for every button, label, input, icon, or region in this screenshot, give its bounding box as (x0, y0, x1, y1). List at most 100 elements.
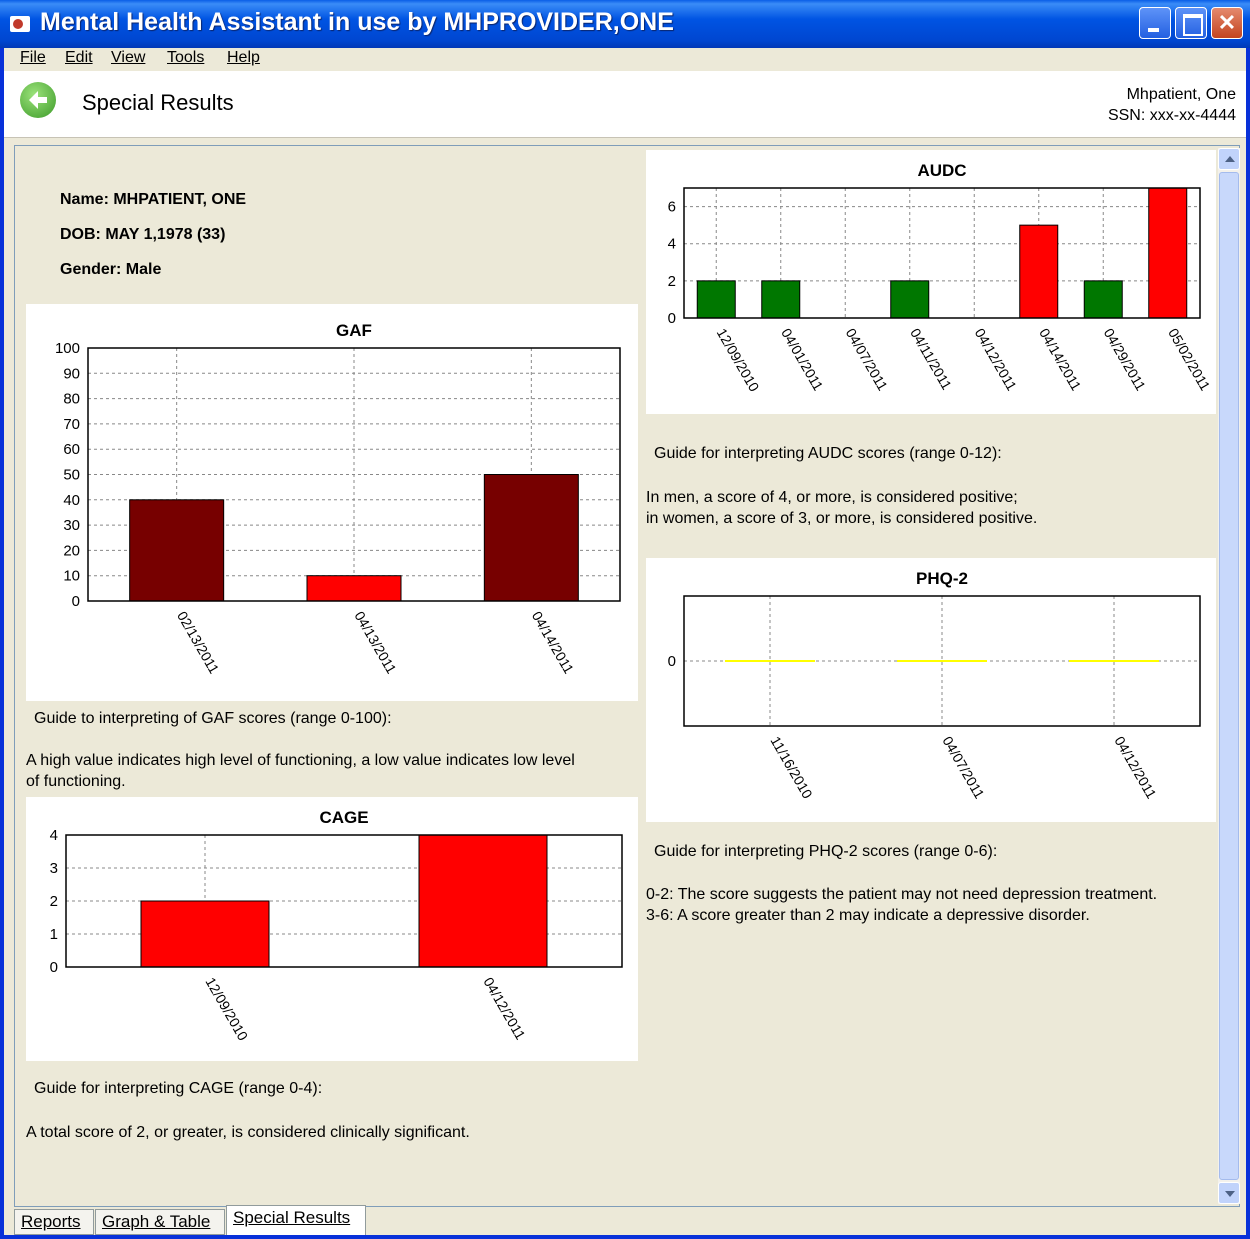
x-tick-label: 04/11/2011 (907, 326, 955, 393)
phq2-guide-title: Guide for interpreting PHQ-2 scores (ran… (654, 843, 998, 860)
x-tick-label: 12/09/2010 (714, 326, 763, 395)
y-tick-label: 20 (63, 542, 80, 559)
y-tick-label: 4 (668, 236, 676, 253)
gaf-guide-title: Guide to interpreting of GAF scores (ran… (34, 710, 392, 727)
data-bar (761, 280, 801, 319)
tab-special-results-label: Special Results (233, 1208, 351, 1227)
scroll-thumb[interactable] (1219, 172, 1239, 1180)
vertical-scrollbar[interactable] (1218, 148, 1240, 1204)
patient-header: Mhpatient, One SSN: xxx-xx-4444 (1108, 84, 1236, 126)
x-tick-label: 04/14/2011 (1036, 326, 1084, 394)
phq2-guide-text: 0-2: The score suggests the patient may … (646, 884, 1157, 926)
maximize-button[interactable] (1175, 7, 1207, 39)
x-tick-label: 11/16/2010 (767, 734, 815, 802)
data-bar (1148, 187, 1188, 319)
patient-name-label: Name: MHPATIENT, ONE (60, 191, 247, 208)
menu-bar: File Edit View Tools Help (4, 48, 1246, 70)
y-tick-label: 2 (668, 273, 676, 290)
audc-guide-line-1: In men, a score of 4, or more, is consid… (646, 489, 1018, 506)
tab-reports-label: Reports (21, 1212, 81, 1231)
close-button[interactable]: ✕ (1211, 7, 1243, 39)
scroll-up-icon[interactable] (1218, 148, 1240, 170)
phq2-guide-line-2: 3-6: A score greater than 2 may indicate… (646, 907, 1090, 924)
audc-chart-svg: AUDC 0 2 4 6 12/09/2010 04/01/2011 04/07/2011 04… (668, 161, 1214, 395)
cage-guide-text: A total score of 2, or greater, is consi… (26, 1124, 470, 1141)
patient-name: Mhpatient, One (1126, 86, 1236, 103)
y-tick-label: 1 (50, 926, 58, 943)
x-tick-label: 04/07/2011 (843, 326, 891, 394)
data-bar (129, 499, 225, 602)
menu-edit[interactable]: Edit (65, 49, 93, 67)
y-tick-label: 30 (63, 517, 80, 534)
maximize-icon (1176, 8, 1206, 38)
y-tick-label: 70 (63, 416, 80, 433)
phq2-chart-svg: PHQ-2 0 11/16/2010 04/07/2011 04/12/2011 (668, 569, 1201, 802)
x-tick-label: 05/02/2011 (1165, 326, 1213, 394)
y-tick-label: 2 (50, 893, 58, 910)
menu-help[interactable]: Help (227, 49, 260, 67)
menu-view[interactable]: View (111, 49, 145, 67)
back-button[interactable] (20, 82, 56, 118)
audc-guide-line-2: in women, a score of 3, or more, is cons… (646, 510, 1038, 527)
x-tick-label: 02/13/2011 (174, 609, 222, 677)
y-tick-label: 0 (72, 593, 80, 610)
chart-title: CAGE (319, 808, 368, 827)
y-tick-label: 90 (63, 365, 80, 382)
tab-special-results[interactable]: Special Results (226, 1205, 366, 1235)
gaf-guide-text: A high value indicates high level of fun… (26, 750, 575, 792)
data-bar (890, 280, 930, 319)
x-tick-label: 04/12/2011 (1111, 734, 1159, 802)
x-tick-label: 04/12/2011 (972, 326, 1020, 394)
menu-tools[interactable]: Tools (167, 49, 204, 67)
x-tick-label: 04/29/2011 (1101, 326, 1149, 394)
phq2-chart: PHQ-2 0 11/16/2010 04/07/2011 04/12/2011 (646, 558, 1216, 822)
tab-graph-table[interactable]: Graph & Table (95, 1209, 225, 1235)
cage-chart: CAGE 0 1 2 3 4 12/09/2010 04/12/2011 (26, 797, 638, 1061)
data-bar (1083, 280, 1123, 319)
audc-chart: AUDC 0 2 4 6 12/09/2010 04/01/2011 04/07/2011 04… (646, 150, 1216, 414)
gaf-chart-svg: GAF 0 10 20 30 40 50 60 70 80 90 100 02/13/2011 04/13… (55, 321, 621, 677)
chart-title: GAF (336, 321, 372, 340)
y-tick-label: 3 (50, 860, 58, 877)
data-bar (140, 900, 270, 968)
gaf-guide-line-1: A high value indicates high level of fun… (26, 752, 575, 769)
title-bar[interactable]: Mental Health Assistant in use by MHPROV… (0, 0, 1250, 48)
tab-graph-table-label: Graph & Table (102, 1212, 211, 1231)
patient-dob-label: DOB: MAY 1,1978 (33) (60, 226, 226, 243)
chart-title: AUDC (917, 161, 966, 180)
x-tick-label: 04/07/2011 (939, 734, 987, 802)
cage-guide-title: Guide for interpreting CAGE (range 0-4): (34, 1080, 323, 1097)
app-icon[interactable] (10, 16, 30, 32)
data-bar (696, 280, 736, 319)
x-tick-label: 12/09/2010 (202, 975, 251, 1044)
y-tick-label: 10 (63, 568, 80, 585)
x-tick-label: 04/13/2011 (351, 609, 399, 677)
y-tick-label: 0 (668, 310, 676, 327)
y-tick-label: 6 (668, 199, 676, 216)
gaf-guide-line-2: of functioning. (26, 773, 126, 790)
data-bar (483, 474, 579, 602)
minimize-button[interactable] (1139, 7, 1171, 39)
cage-chart-svg: CAGE 0 1 2 3 4 12/09/2010 04/12/2011 (50, 808, 623, 1044)
y-tick-label: 0 (50, 959, 58, 976)
y-tick-label: 100 (55, 340, 80, 357)
phq2-guide-line-1: 0-2: The score suggests the patient may … (646, 886, 1158, 903)
y-tick-label: 80 (63, 391, 80, 408)
y-tick-label: 40 (63, 492, 80, 509)
x-tick-label: 04/01/2011 (778, 326, 826, 394)
data-bar (1019, 224, 1059, 319)
minimize-icon (1140, 8, 1170, 38)
audc-guide-text: In men, a score of 4, or more, is consid… (646, 487, 1037, 529)
y-tick-label: 60 (63, 441, 80, 458)
y-tick-label: 0 (668, 653, 676, 670)
back-arrow-icon (29, 91, 47, 109)
tab-reports[interactable]: Reports (14, 1209, 94, 1235)
scroll-down-icon[interactable] (1218, 1182, 1240, 1204)
menu-file[interactable]: File (20, 49, 46, 67)
close-icon: ✕ (1217, 10, 1237, 35)
x-tick-label: 04/12/2011 (480, 975, 528, 1043)
data-bar (418, 834, 548, 968)
window-title: Mental Health Assistant in use by MHPROV… (40, 8, 674, 36)
patient-ssn: SSN: xxx-xx-4444 (1107, 107, 1236, 124)
gaf-chart: GAF 0 10 20 30 40 50 60 70 80 90 100 02/13/2011 04/13… (26, 304, 638, 701)
